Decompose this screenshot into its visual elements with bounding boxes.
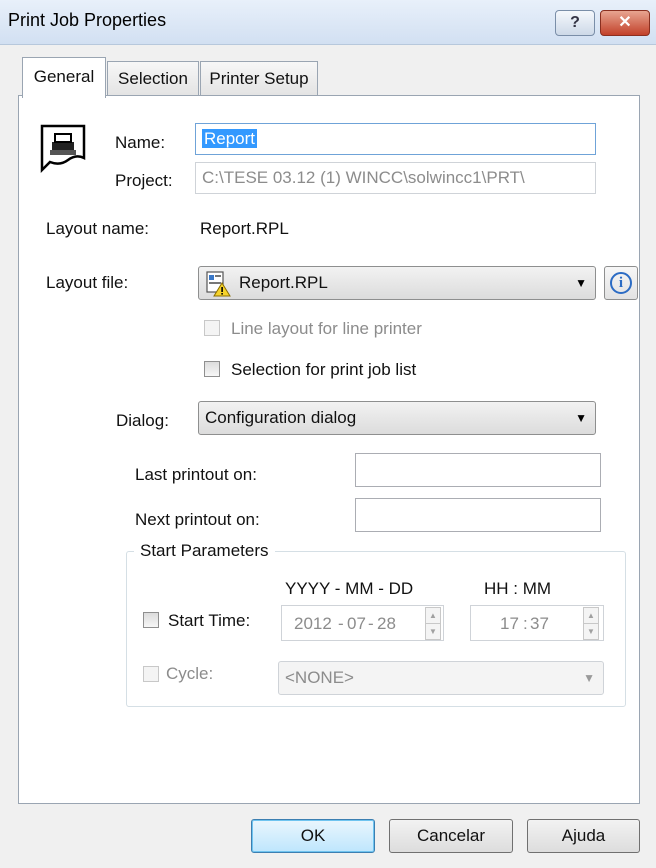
layout-file-warning-icon (206, 271, 231, 297)
selection-print-job-label: Selection for print job list (231, 360, 417, 379)
tab-printer-setup[interactable]: Printer Setup (200, 61, 318, 96)
cycle-value: <NONE> (285, 668, 354, 687)
close-icon: ✕ (618, 14, 632, 31)
close-button[interactable]: ✕ (600, 10, 650, 36)
selection-print-job-checkbox[interactable] (204, 361, 220, 377)
date-spin-down[interactable]: ▼ (425, 623, 441, 640)
time-spin-down[interactable]: ▼ (583, 623, 599, 640)
cycle-dropdown[interactable]: <NONE> ▼ (278, 661, 604, 695)
last-printout-field[interactable] (355, 453, 601, 487)
time-minute: 37 (530, 614, 549, 633)
chevron-down-icon: ▼ (583, 671, 595, 685)
name-input-value: Report (202, 129, 258, 148)
date-spin-up[interactable]: ▲ (425, 607, 441, 624)
line-layout-checkbox[interactable] (204, 320, 220, 336)
layout-file-dropdown[interactable]: Report.RPL ▼ (198, 266, 596, 300)
layout-file-label: Layout file: (46, 273, 129, 292)
start-date-picker[interactable]: 2012 - 07 - 28 (281, 605, 444, 641)
dialog-value: Configuration dialog (205, 408, 357, 427)
start-time-label: Start Time: (168, 611, 251, 630)
next-printout-label: Next printout on: (135, 510, 260, 529)
next-printout-field[interactable] (355, 498, 601, 532)
info-icon: i (610, 272, 632, 294)
title-bar[interactable]: Print Job Properties ? ✕ (0, 0, 656, 45)
time-hour: 17 (500, 614, 519, 633)
layout-name-value: Report.RPL (200, 219, 289, 238)
cycle-label: Cycle: (166, 664, 214, 683)
start-time-checkbox[interactable] (143, 612, 159, 628)
time-format-header: HH : MM (484, 579, 552, 598)
print-job-properties-dialog: Print Job Properties ? ✕ General Selecti… (0, 0, 656, 868)
layout-name-label: Layout name: (46, 219, 150, 238)
dialog-dropdown[interactable]: Configuration dialog ▼ (198, 401, 596, 435)
chevron-down-icon: ▼ (575, 276, 587, 290)
date-separator: - (368, 614, 374, 633)
time-spin-up[interactable]: ▲ (583, 607, 599, 624)
layout-file-value: Report.RPL (239, 273, 328, 292)
date-year: 2012 (294, 614, 332, 633)
print-job-icon (40, 124, 86, 174)
cycle-checkbox[interactable] (143, 666, 159, 682)
ok-button[interactable]: OK (251, 819, 375, 853)
dialog-label: Dialog: (116, 411, 169, 430)
project-field: C:\TESE 03.12 (1) WINCC\solwincc1\PRT\ (195, 162, 596, 194)
date-format-header: YYYY - MM - DD (285, 579, 414, 598)
help-button[interactable]: Ajuda (527, 819, 640, 853)
date-day: 28 (377, 614, 396, 633)
project-label: Project: (115, 171, 173, 190)
chevron-down-icon: ▼ (575, 411, 587, 425)
tab-general[interactable]: General (22, 57, 106, 98)
start-parameters-title: Start Parameters (134, 541, 275, 561)
cancel-button[interactable]: Cancelar (389, 819, 513, 853)
question-icon: ? (570, 14, 580, 31)
tab-selection[interactable]: Selection (107, 61, 199, 96)
help-title-button[interactable]: ? (555, 10, 595, 36)
time-separator: : (523, 614, 528, 633)
last-printout-label: Last printout on: (135, 465, 257, 484)
name-label: Name: (115, 133, 166, 152)
layout-info-button[interactable]: i (604, 266, 638, 300)
date-month: 07 (347, 614, 366, 633)
window-title: Print Job Properties (8, 10, 167, 30)
line-layout-label: Line layout for line printer (231, 319, 422, 338)
date-separator: - (338, 614, 344, 633)
name-input[interactable]: Report (195, 123, 596, 155)
